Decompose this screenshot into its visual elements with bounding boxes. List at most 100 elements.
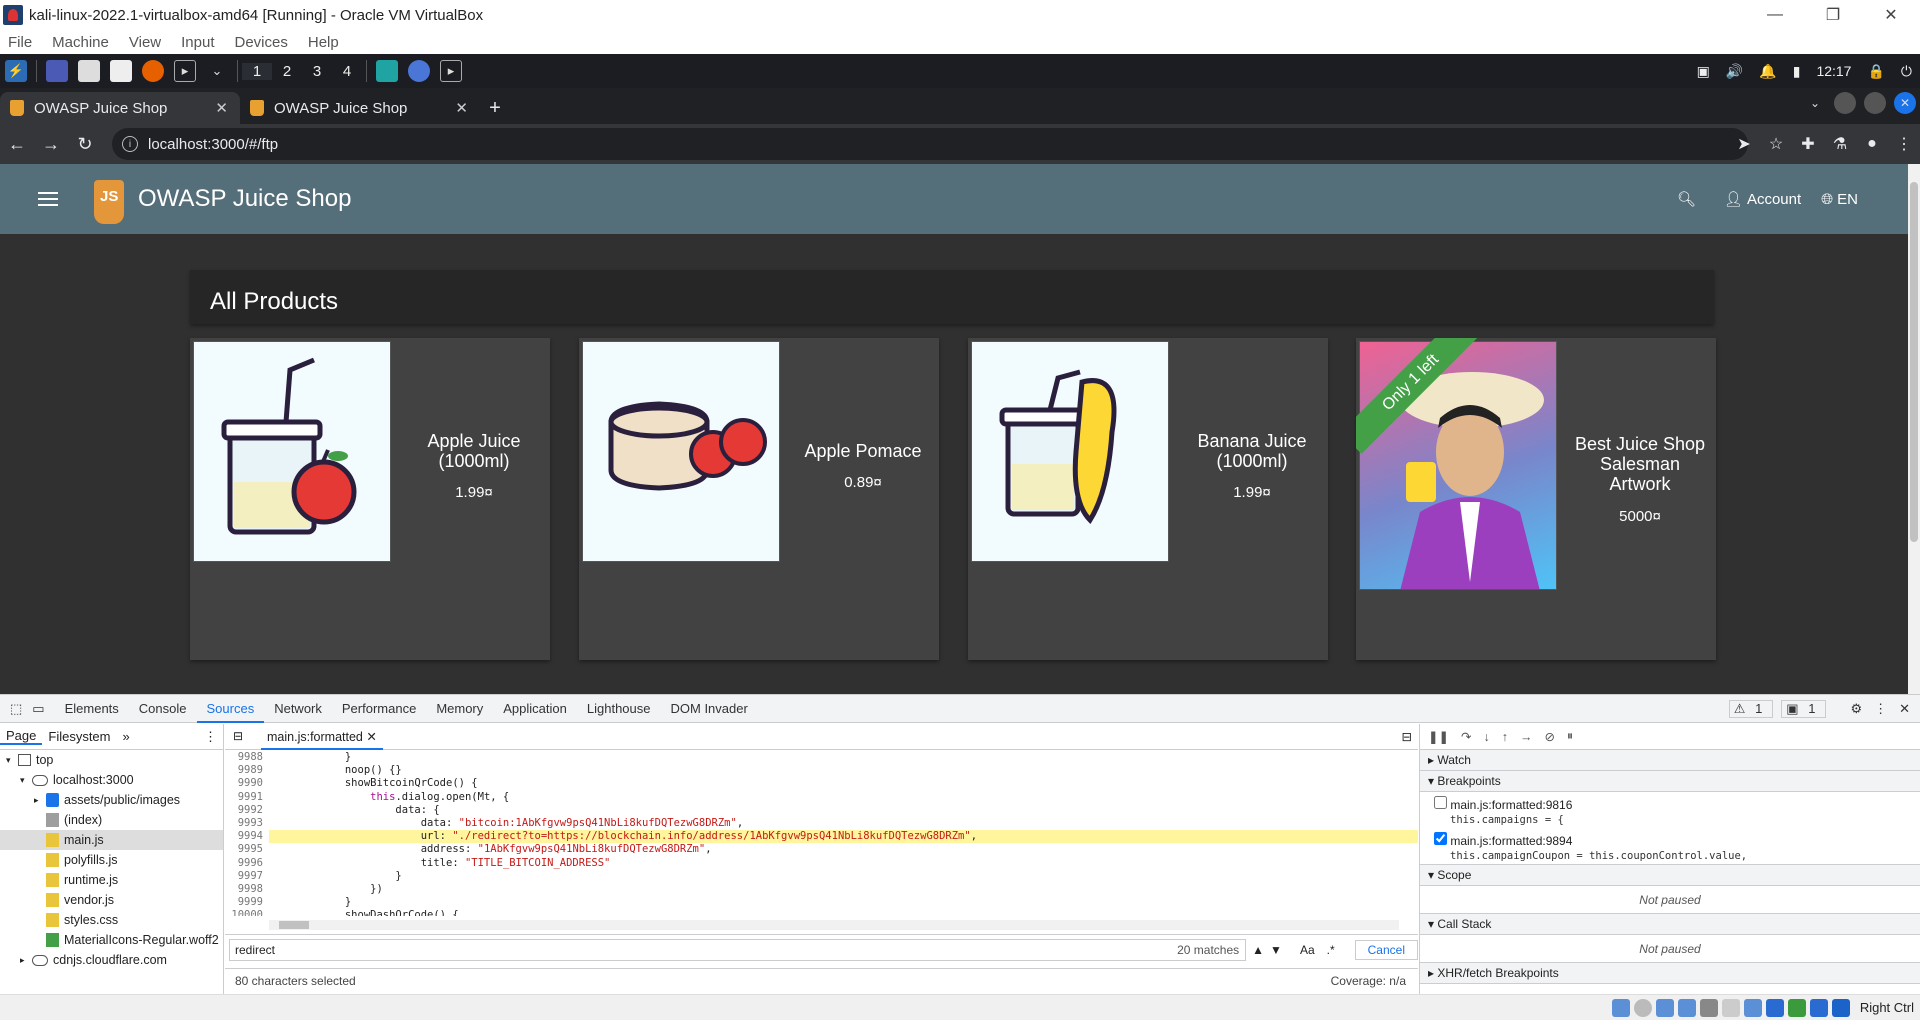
code-line[interactable]: 9992 data: {	[225, 803, 1418, 817]
breakpoint-checkbox[interactable]	[1434, 796, 1447, 809]
callstack-section[interactable]: ▾ Call Stack	[1420, 914, 1920, 935]
tree-item[interactable]: (index)	[0, 810, 223, 830]
tab-memory[interactable]: Memory	[426, 695, 493, 723]
menu-help[interactable]: Help	[308, 34, 339, 51]
tab-search-icon[interactable]: ⌄	[1804, 92, 1826, 114]
globe-icon[interactable]: 🌐︎	[1821, 191, 1833, 208]
forward-icon[interactable]: →	[34, 134, 68, 155]
toggle-debugger-icon[interactable]: ⊟	[1402, 729, 1412, 744]
workspace-4[interactable]: 4	[332, 63, 362, 80]
line-number[interactable]: 9992	[225, 803, 269, 817]
menu-input[interactable]: Input	[181, 34, 214, 51]
more-icon[interactable]: ⋮	[1874, 701, 1887, 717]
tab-network[interactable]: Network	[264, 695, 332, 723]
search-icon[interactable]: 🔍︎	[1677, 190, 1696, 208]
inspect-icon[interactable]: ⬚	[10, 701, 22, 717]
minimize-icon[interactable]	[1834, 92, 1856, 114]
breakpoints-section[interactable]: ▾ Breakpoints	[1420, 771, 1920, 792]
code-line[interactable]: 9993 data: "bitcoin:1AbKfgvw9psQ41NbLi8k…	[225, 816, 1418, 831]
tab-elements[interactable]: Elements	[55, 695, 129, 723]
app-icon[interactable]	[376, 60, 398, 82]
line-number[interactable]: 9994	[225, 830, 269, 844]
menu-view[interactable]: View	[129, 34, 161, 51]
device-toolbar-icon[interactable]: ▭	[32, 701, 44, 717]
tab-dom-invader[interactable]: DOM Invader	[661, 695, 758, 723]
line-number[interactable]: 9999	[225, 896, 269, 910]
line-number[interactable]: 9996	[225, 856, 269, 870]
breakpoint-item[interactable]: main.js:formatted:9816 this.campaigns = …	[1420, 792, 1920, 828]
tab-performance[interactable]: Performance	[332, 695, 426, 723]
power-icon[interactable]: ⏻	[1901, 63, 1912, 80]
menu-machine[interactable]: Machine	[52, 34, 109, 51]
step-out-icon[interactable]: ↑	[1502, 730, 1508, 744]
tree-item[interactable]: runtime.js	[0, 870, 223, 890]
tree-item[interactable]: polyfills.js	[0, 850, 223, 870]
text-editor-icon[interactable]	[110, 60, 132, 82]
page-scrollbar[interactable]	[1908, 164, 1920, 694]
menu-devices[interactable]: Devices	[235, 34, 288, 51]
back-icon[interactable]: ←	[0, 134, 34, 155]
product-card[interactable]: Apple Juice (1000ml) 1.99¤	[190, 338, 550, 660]
warning-icon[interactable]: ⚠ 1	[1728, 700, 1774, 718]
chromium-icon[interactable]	[408, 60, 430, 82]
expand-arrow-icon[interactable]: ▾	[20, 770, 32, 790]
scope-section[interactable]: ▾ Scope	[1420, 865, 1920, 886]
product-card[interactable]: Only 1 left Best Juice Shop Salesman Art…	[1356, 338, 1716, 660]
tree-item[interactable]: MaterialIcons-Regular.woff2	[0, 930, 223, 950]
watch-section[interactable]: ▸ Watch	[1420, 750, 1920, 771]
deactivate-breakpoints-icon[interactable]: ⊘	[1544, 729, 1554, 744]
close-icon[interactable]: ✕	[1862, 0, 1920, 30]
code-line[interactable]: 9989 noop() {}	[225, 764, 1418, 778]
code-line[interactable]: 9997 }	[225, 869, 1418, 883]
line-number[interactable]: 9990	[225, 777, 269, 791]
maximize-icon[interactable]	[1864, 92, 1886, 114]
screen-icon[interactable]: ▣	[1697, 63, 1710, 80]
xhr-breakpoints-section[interactable]: ▸ XHR/fetch Breakpoints	[1420, 963, 1920, 984]
match-case-button[interactable]: Aa	[1300, 943, 1315, 957]
storage-icon[interactable]	[1611, 998, 1630, 1017]
tree-item[interactable]: ▸ assets/public/images	[0, 790, 223, 810]
line-number[interactable]: 9991	[225, 790, 269, 804]
account-button[interactable]: Account	[1747, 191, 1801, 208]
battery-icon[interactable]: ▮	[1793, 63, 1801, 80]
firefox-icon[interactable]	[142, 60, 164, 82]
product-card[interactable]: Apple Pomace 0.89¤	[579, 338, 939, 660]
file-manager-icon[interactable]	[78, 60, 100, 82]
code-line[interactable]: 9995 address: "1AbKfgvw9psQ41NbLi8kufDQT…	[225, 843, 1418, 857]
workspace-1[interactable]: 1	[242, 62, 272, 80]
pause-on-exceptions-icon[interactable]: ⏸	[1567, 729, 1573, 744]
recording-icon[interactable]	[1765, 998, 1784, 1017]
star-icon[interactable]: ☆	[1760, 134, 1792, 154]
step-over-icon[interactable]: ↷	[1461, 729, 1471, 744]
editor-tab-main-js[interactable]: main.js:formatted ✕	[261, 723, 383, 750]
browser-tab-2[interactable]: OWASP Juice Shop ✕	[240, 92, 480, 124]
terminal-icon[interactable]: ▸	[174, 60, 196, 82]
horizontal-scrollbar[interactable]	[269, 920, 1399, 930]
bell-icon[interactable]: 🔔	[1759, 63, 1776, 80]
cancel-search-button[interactable]: Cancel	[1354, 939, 1418, 960]
regex-button[interactable]: .*	[1327, 943, 1335, 957]
display-icon[interactable]	[1743, 998, 1762, 1017]
close-icon[interactable]: ✕	[1894, 92, 1916, 114]
code-line[interactable]: 9988 }	[225, 751, 1418, 765]
more-icon[interactable]: ⋮	[1888, 134, 1920, 154]
expand-arrow-icon[interactable]: ▸	[34, 790, 46, 810]
messages-icon[interactable]: ▣ 1	[1781, 700, 1827, 718]
language-button[interactable]: EN	[1837, 191, 1858, 208]
close-tab-icon[interactable]: ✕	[455, 99, 468, 117]
tab-lighthouse[interactable]: Lighthouse	[577, 695, 661, 723]
code-line[interactable]: 10000 showDashQrCode() {	[225, 909, 1418, 916]
extensions-icon[interactable]: ✚	[1792, 134, 1824, 154]
tab-application[interactable]: Application	[493, 695, 577, 723]
workspace-3[interactable]: 3	[302, 63, 332, 80]
info-icon[interactable]: i	[122, 136, 138, 152]
search-input[interactable]: redirect 20 matches	[229, 938, 1247, 961]
line-number[interactable]: 9993	[225, 816, 269, 831]
hamburger-menu-icon[interactable]	[38, 188, 58, 210]
volume-icon[interactable]: 🔊	[1726, 63, 1743, 80]
close-file-icon[interactable]: ✕	[366, 730, 376, 744]
tab-filesystem[interactable]: Filesystem	[42, 729, 116, 744]
line-number[interactable]: 10000	[225, 909, 269, 916]
step-into-icon[interactable]: ↓	[1483, 730, 1489, 744]
new-tab-button[interactable]: +	[480, 92, 510, 124]
